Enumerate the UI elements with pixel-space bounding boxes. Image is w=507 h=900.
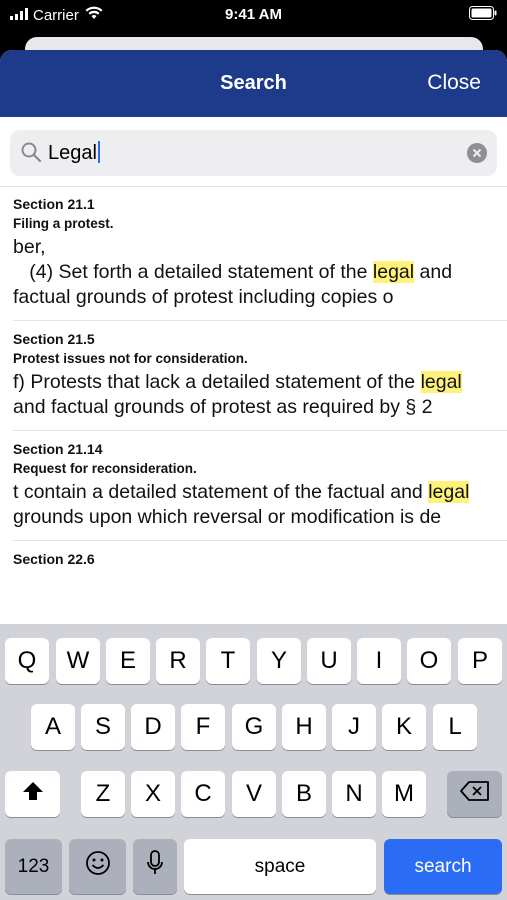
snippet-before: ber, (4) Set forth a detailed statement …: [13, 236, 368, 283]
close-button[interactable]: Close: [427, 71, 481, 95]
shift-key[interactable]: [5, 771, 60, 817]
result-snippet: f) Protests that lack a detailed stateme…: [13, 370, 494, 420]
snippet-before: t contain a detailed statement of the fa…: [13, 481, 429, 503]
result-item[interactable]: Section 21.1 Filing a protest. ber, (4) …: [0, 196, 507, 310]
clear-search-icon[interactable]: [467, 143, 487, 168]
key-t[interactable]: T: [206, 638, 250, 684]
key-o[interactable]: O: [407, 638, 451, 684]
result-section: Section 21.1: [13, 196, 95, 212]
status-time: 9:41 AM: [225, 6, 282, 23]
result-snippet: ber, (4) Set forth a detailed statement …: [13, 235, 494, 310]
shift-arrow-icon: [22, 780, 44, 808]
status-bar: Carrier 9:41 AM: [0, 0, 507, 30]
text-caret: [97, 141, 100, 163]
result-section: Section 22.6: [13, 551, 95, 567]
search-input[interactable]: Legal: [48, 141, 100, 165]
result-item[interactable]: Section 21.5 Protest issues not for cons…: [0, 331, 507, 420]
key-y[interactable]: Y: [257, 638, 301, 684]
divider: [13, 320, 507, 321]
microphone-icon: [146, 850, 164, 883]
key-s[interactable]: S: [81, 704, 125, 750]
snippet-highlight: legal: [420, 371, 462, 393]
result-snippet: t contain a detailed statement of the fa…: [13, 480, 494, 530]
emoji-key[interactable]: [69, 839, 126, 894]
key-b[interactable]: B: [282, 771, 326, 817]
result-subtitle: Request for reconsideration.: [13, 461, 197, 476]
space-key[interactable]: space: [184, 839, 376, 894]
key-w[interactable]: W: [56, 638, 100, 684]
key-k[interactable]: K: [382, 704, 426, 750]
result-item[interactable]: Section 22.6: [0, 551, 507, 567]
key-q[interactable]: Q: [5, 638, 49, 684]
numbers-key[interactable]: 123: [5, 839, 62, 894]
result-section: Section 21.14: [13, 441, 103, 457]
key-p[interactable]: P: [458, 638, 502, 684]
key-g[interactable]: G: [232, 704, 276, 750]
divider: [0, 186, 507, 187]
search-icon: [20, 141, 42, 168]
key-c[interactable]: C: [181, 771, 225, 817]
battery-icon: [469, 6, 497, 25]
search-input-text: Legal: [48, 142, 97, 164]
key-f[interactable]: F: [181, 704, 225, 750]
key-n[interactable]: N: [332, 771, 376, 817]
snippet-highlight: legal: [428, 481, 470, 503]
result-section: Section 21.5: [13, 331, 95, 347]
result-subtitle: Protest issues not for consideration.: [13, 351, 248, 366]
key-v[interactable]: V: [232, 771, 276, 817]
key-i[interactable]: I: [357, 638, 401, 684]
emoji-icon: [85, 850, 111, 883]
key-a[interactable]: A: [31, 704, 75, 750]
result-item[interactable]: Section 21.14 Request for reconsideratio…: [0, 441, 507, 530]
key-j[interactable]: J: [332, 704, 376, 750]
dictation-key[interactable]: [133, 839, 177, 894]
divider: [13, 430, 507, 431]
key-e[interactable]: E: [106, 638, 150, 684]
result-subtitle: Filing a protest.: [13, 216, 114, 231]
search-field[interactable]: Legal: [10, 130, 497, 176]
navigation-bar: Search Close: [0, 50, 507, 117]
snippet-highlight: legal: [372, 261, 415, 283]
snippet-before: f) Protests that lack a detailed stateme…: [13, 371, 421, 393]
key-z[interactable]: Z: [81, 771, 125, 817]
key-d[interactable]: D: [131, 704, 175, 750]
delete-icon: [459, 780, 490, 808]
key-l[interactable]: L: [433, 704, 477, 750]
results-list: Section 21.1 Filing a protest. ber, (4) …: [0, 196, 507, 567]
divider: [13, 540, 507, 541]
key-x[interactable]: X: [131, 771, 175, 817]
key-r[interactable]: R: [156, 638, 200, 684]
backspace-key[interactable]: [447, 771, 502, 817]
search-key[interactable]: search: [384, 839, 502, 894]
key-h[interactable]: H: [282, 704, 326, 750]
key-u[interactable]: U: [307, 638, 351, 684]
key-m[interactable]: M: [382, 771, 426, 817]
keyboard: Q W E R T Y U I O P A S D F G H J K L Z …: [0, 624, 507, 900]
